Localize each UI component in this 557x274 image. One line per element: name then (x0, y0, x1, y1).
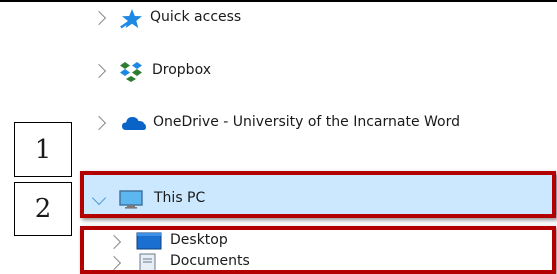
onedrive-cloud-icon (122, 117, 146, 130)
chevron-right-icon[interactable] (91, 10, 107, 26)
top-border (0, 0, 557, 2)
highlight-box-desktop-documents (80, 226, 556, 274)
annotation-label-1: 1 (14, 122, 72, 177)
nav-item-label: OneDrive - University of the Incarnate W… (153, 114, 461, 130)
nav-item-label: Quick access (150, 9, 242, 25)
chevron-right-icon[interactable] (91, 63, 107, 79)
dropbox-icon (120, 62, 142, 82)
star-icon (120, 9, 142, 29)
chevron-right-icon[interactable] (91, 115, 107, 131)
nav-item-label: Dropbox (152, 62, 211, 78)
highlight-box-this-pc (80, 171, 556, 218)
annotation-label-2: 2 (14, 182, 72, 236)
